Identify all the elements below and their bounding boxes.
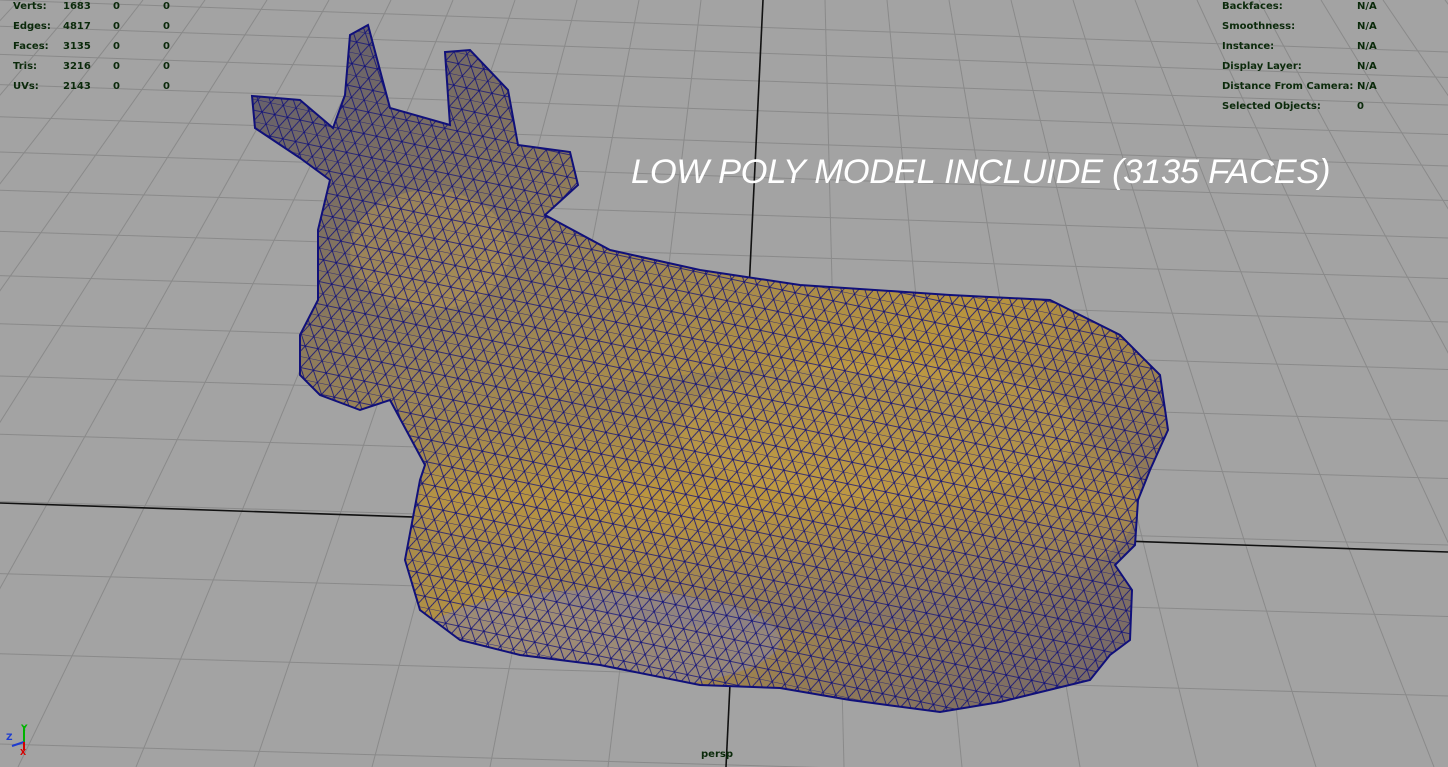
object-detail-label: Backfaces: xyxy=(1222,1,1283,12)
object-detail-row: Selected Objects: 0 xyxy=(1222,97,1377,117)
object-detail-label: Display Layer: xyxy=(1222,61,1302,72)
poly-count-label: Faces: xyxy=(13,41,49,52)
grid-line xyxy=(0,0,20,22)
object-detail-label: Selected Objects: xyxy=(1222,101,1321,112)
object-detail-value: 0 xyxy=(1357,101,1364,112)
cow-model[interactable] xyxy=(240,20,1180,720)
poly-count-value: 0 xyxy=(163,1,170,12)
poly-count-value: 0 xyxy=(113,21,120,32)
poly-count-label: UVs: xyxy=(13,81,39,92)
axis-y-label: Y xyxy=(20,724,28,734)
poly-count-value: 0 xyxy=(163,81,170,92)
object-detail-label: Smoothness: xyxy=(1222,21,1296,32)
object-detail-row: Smoothness: N/A xyxy=(1222,17,1377,37)
poly-count-value: 0 xyxy=(113,61,120,72)
poly-count-value: 4817 xyxy=(63,21,91,32)
object-detail-value: N/A xyxy=(1357,61,1377,72)
poly-count-value: 3135 xyxy=(63,41,91,52)
poly-count-value: 0 xyxy=(163,41,170,52)
object-detail-row: Instance: N/A xyxy=(1222,37,1377,57)
object-detail-value: N/A xyxy=(1357,1,1377,12)
poly-count-value: 3216 xyxy=(63,61,91,72)
object-details-hud: Backfaces: N/A Smoothness: N/A Instance: N/A D… xyxy=(1222,0,1377,117)
poly-count-value: 0 xyxy=(113,81,120,92)
grid-line xyxy=(1382,0,1448,97)
poly-count-row: Faces: 3135 0 0 xyxy=(13,37,193,57)
poly-count-value: 0 xyxy=(113,1,120,12)
object-detail-label: Instance: xyxy=(1222,41,1275,52)
poly-count-value: 0 xyxy=(113,41,120,52)
axis-x-label: X xyxy=(20,748,27,756)
poly-count-row: Tris: 3216 0 0 xyxy=(13,57,193,77)
object-detail-row: Backfaces: N/A xyxy=(1222,0,1377,17)
poly-count-label: Tris: xyxy=(13,61,38,72)
poly-count-row: UVs: 2143 0 0 xyxy=(13,77,193,97)
object-detail-value: N/A xyxy=(1357,81,1377,92)
object-detail-value: N/A xyxy=(1357,41,1377,52)
poly-count-value: 0 xyxy=(163,21,170,32)
poly-count-value: 1683 xyxy=(63,1,91,12)
camera-name-label: persp xyxy=(701,749,733,760)
perspective-viewport[interactable]: Verts: 1683 0 0 Edges: 4817 0 0 Faces: 3135 0 0 Tris… xyxy=(0,0,1448,767)
object-detail-label: Distance From Camera: xyxy=(1222,81,1354,92)
grid-line xyxy=(0,0,144,185)
poly-count-value: 2143 xyxy=(63,81,91,92)
grid-line xyxy=(0,189,1448,239)
poly-count-hud: Verts: 1683 0 0 Edges: 4817 0 0 Faces: 3135 0 0 Tris… xyxy=(13,0,193,97)
poly-count-row: Edges: 4817 0 0 xyxy=(13,17,193,37)
overlay-caption: LOW POLY MODEL INCLUIDE (3135 FACES) xyxy=(631,153,1331,191)
poly-count-label: Edges: xyxy=(13,21,51,32)
object-detail-row: Distance From Camera: N/A xyxy=(1222,77,1377,97)
grid-line xyxy=(0,0,206,292)
grid-line xyxy=(0,0,82,96)
object-detail-row: Display Layer: N/A xyxy=(1222,57,1377,77)
grid-line xyxy=(0,230,1448,279)
poly-count-value: 0 xyxy=(163,61,170,72)
axis-z-label: Z xyxy=(6,733,13,743)
poly-count-row: Verts: 1683 0 0 xyxy=(13,0,193,17)
object-detail-value: N/A xyxy=(1357,21,1377,32)
view-axis-gizmo: Y Z X xyxy=(4,720,34,757)
poly-count-label: Verts: xyxy=(13,1,47,12)
